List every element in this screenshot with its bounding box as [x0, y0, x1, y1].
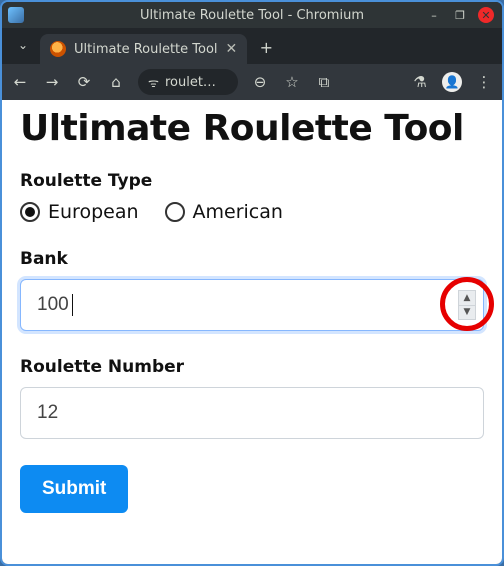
- browser-tab-active[interactable]: Ultimate Roulette Tool ✕: [40, 34, 247, 64]
- text-caret: [72, 294, 73, 316]
- radio-european[interactable]: [20, 202, 40, 222]
- omnibox-text: roulet…: [165, 75, 216, 90]
- forward-button[interactable]: →: [42, 72, 62, 92]
- roulette-type-label: Roulette Type: [20, 171, 484, 191]
- chromium-window: Ultimate Roulette Tool - Chromium – ❐ ✕ …: [0, 0, 504, 566]
- new-tab-button[interactable]: +: [253, 34, 279, 60]
- roulette-number-label: Roulette Number: [20, 357, 484, 377]
- page-content: Ultimate Roulette Tool Roulette Type Eur…: [2, 100, 502, 564]
- submit-button[interactable]: Submit: [20, 465, 128, 513]
- radio-american[interactable]: [165, 202, 185, 222]
- roulette-type-group: European American: [20, 201, 484, 223]
- kebab-menu-icon[interactable]: ⋮: [474, 72, 494, 92]
- window-close-button[interactable]: ✕: [478, 7, 494, 23]
- search-tabs-button[interactable]: ⌄: [12, 34, 34, 56]
- window-minimize-button[interactable]: –: [426, 7, 442, 23]
- reload-button[interactable]: ⟳: [74, 72, 94, 92]
- favicon-icon: [50, 41, 66, 57]
- profile-avatar[interactable]: 👤: [442, 72, 462, 92]
- window-maximize-button[interactable]: ❐: [452, 7, 468, 23]
- back-button[interactable]: ←: [10, 72, 30, 92]
- home-button[interactable]: ⌂: [106, 72, 126, 92]
- omnibox[interactable]: ᯤ roulet…: [138, 69, 238, 95]
- labs-icon[interactable]: ⚗: [410, 72, 430, 92]
- bank-spinner[interactable]: ▲ ▼: [458, 290, 476, 320]
- zoom-icon[interactable]: ⊖: [250, 72, 270, 92]
- spinner-up-icon[interactable]: ▲: [459, 291, 475, 306]
- browser-toolbar: ← → ⟳ ⌂ ᯤ roulet… ⊖ ☆ ⧉ ⚗ 👤 ⋮: [2, 64, 502, 100]
- site-info-icon[interactable]: ᯤ: [148, 74, 159, 91]
- radio-european-label: European: [48, 201, 139, 223]
- bank-input[interactable]: [20, 279, 484, 331]
- bank-field-wrap: ▲ ▼: [20, 279, 484, 331]
- tab-strip: ⌄ Ultimate Roulette Tool ✕ +: [2, 28, 502, 64]
- spinner-down-icon[interactable]: ▼: [459, 306, 475, 320]
- roulette-number-input[interactable]: [20, 387, 484, 439]
- roulette-number-field-wrap: [20, 387, 484, 439]
- radio-american-label: American: [193, 201, 283, 223]
- tab-title: Ultimate Roulette Tool: [74, 42, 218, 57]
- page-title: Ultimate Roulette Tool: [20, 108, 484, 149]
- extensions-icon[interactable]: ⧉: [314, 72, 334, 92]
- tab-close-button[interactable]: ✕: [226, 41, 238, 57]
- bookmark-star-icon[interactable]: ☆: [282, 72, 302, 92]
- window-titlebar: Ultimate Roulette Tool - Chromium – ❐ ✕: [2, 2, 502, 28]
- bank-label: Bank: [20, 249, 484, 269]
